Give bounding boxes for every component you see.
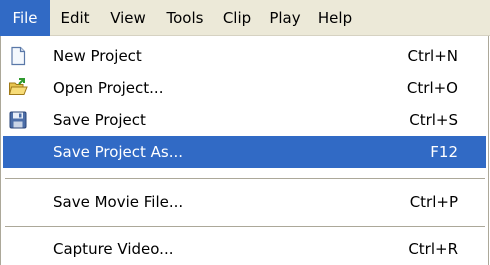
menu-bar: File Edit View Tools Clip Play Help xyxy=(0,0,490,36)
menu-item-shortcut: Ctrl+N xyxy=(407,47,458,65)
menu-clip[interactable]: Clip xyxy=(214,0,260,36)
menu-help[interactable]: Help xyxy=(310,0,360,36)
menu-item-save-project[interactable]: Save Project Ctrl+S xyxy=(3,104,486,136)
file-dropdown-menu: New Project Ctrl+N Open Project... Ctrl+… xyxy=(0,36,489,265)
menu-separator xyxy=(5,226,485,227)
floppy-disk-icon xyxy=(8,110,28,130)
menu-separator xyxy=(5,178,485,179)
menu-item-save-movie-file[interactable]: Save Movie File... Ctrl+P xyxy=(3,186,486,218)
menu-item-new-project[interactable]: New Project Ctrl+N xyxy=(3,40,486,72)
menu-item-label: Save Project xyxy=(53,111,146,129)
menu-item-save-project-as[interactable]: Save Project As... F12 xyxy=(3,136,486,168)
menu-edit[interactable]: Edit xyxy=(50,0,100,36)
menu-item-label: Open Project... xyxy=(53,79,164,97)
menu-item-label: Capture Video... xyxy=(53,240,174,258)
menu-item-open-project[interactable]: Open Project... Ctrl+O xyxy=(3,72,486,104)
menu-play[interactable]: Play xyxy=(260,0,310,36)
menu-view[interactable]: View xyxy=(100,0,156,36)
menu-item-shortcut: Ctrl+P xyxy=(409,193,458,211)
new-document-icon xyxy=(8,46,28,66)
menu-file[interactable]: File xyxy=(0,0,50,36)
menu-item-label: Save Project As... xyxy=(53,143,184,161)
menu-tools[interactable]: Tools xyxy=(156,0,214,36)
menu-item-shortcut: Ctrl+R xyxy=(408,240,458,258)
menu-item-shortcut: Ctrl+O xyxy=(406,79,458,97)
menu-item-capture-video[interactable]: Capture Video... Ctrl+R xyxy=(3,233,486,265)
menu-item-shortcut: Ctrl+S xyxy=(409,111,458,129)
menu-item-label: Save Movie File... xyxy=(53,193,184,211)
open-folder-icon xyxy=(8,78,28,98)
menu-item-shortcut: F12 xyxy=(430,143,458,161)
menu-item-label: New Project xyxy=(53,47,142,65)
